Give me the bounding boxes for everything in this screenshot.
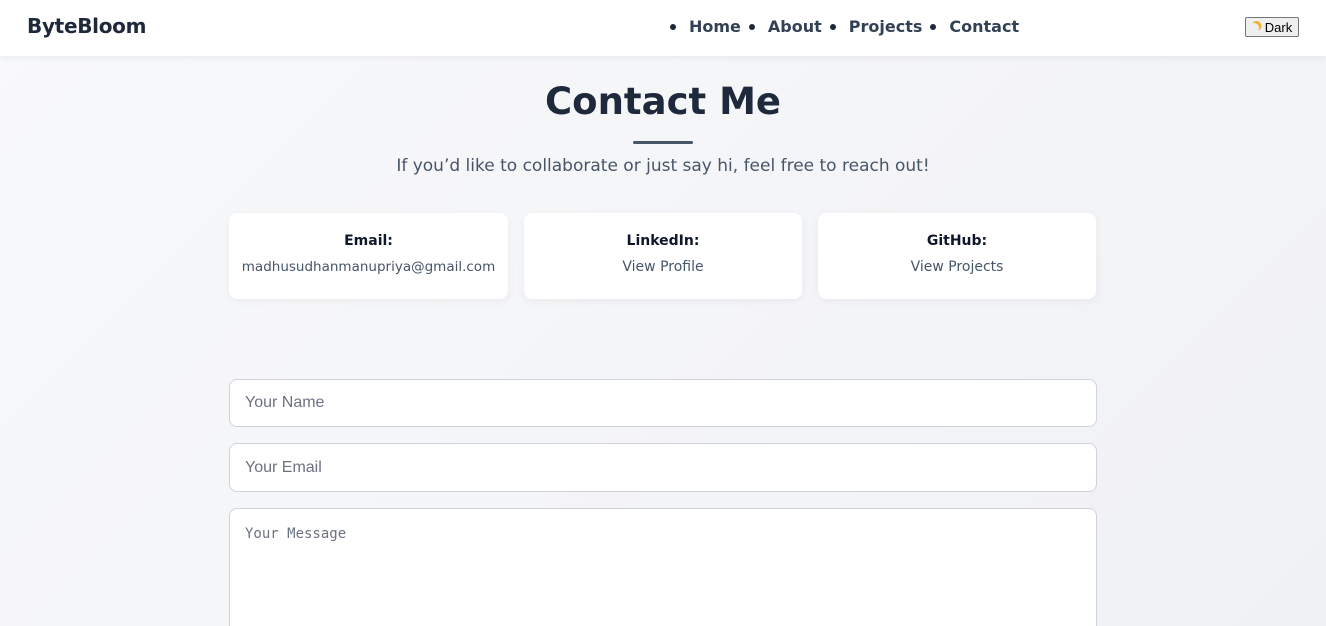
bullet-icon: [930, 23, 937, 30]
bullet-icon: [670, 23, 676, 30]
nav-link-about[interactable]: About: [768, 17, 822, 36]
card-label: GitHub:: [926, 233, 988, 249]
nav-item-about: About: [748, 17, 830, 36]
bullet-icon: [829, 23, 836, 30]
linkedin-link[interactable]: View Profile: [524, 259, 802, 275]
github-link[interactable]: View Projects: [818, 259, 1096, 275]
contact-card-email: Email: madhusudhanmanupriya@gmail.com: [229, 213, 508, 299]
contact-card-github: GitHub: View Projects: [818, 213, 1096, 299]
theme-toggle-button[interactable]: Dark: [1245, 17, 1299, 37]
email-address: madhusudhanmanupriya@gmail.com: [241, 259, 496, 275]
nav-link-home[interactable]: Home: [689, 17, 741, 36]
contact-card-linkedin: LinkedIn: View Profile: [524, 213, 802, 299]
page-title: Contact Me: [545, 80, 781, 123]
card-label: LinkedIn:: [626, 233, 700, 249]
contact-cards: Email: madhusudhanmanupriya@gmail.com Li…: [229, 213, 1096, 299]
nav-link-contact[interactable]: Contact: [949, 17, 1019, 36]
navbar: ByteBloom Home About Projects Contact Da…: [0, 0, 1326, 56]
nav-item-projects: Projects: [829, 17, 931, 36]
bullet-icon: [748, 23, 755, 30]
card-label: Email:: [344, 233, 393, 249]
nav-links: Home About Projects Contact: [670, 17, 1027, 36]
theme-toggle-label: Dark: [1264, 19, 1293, 35]
page-subtitle: If you’d like to collaborate or just say…: [396, 156, 930, 176]
email-input[interactable]: [229, 443, 1097, 492]
message-textarea[interactable]: [229, 508, 1097, 626]
title-underline: [633, 141, 693, 144]
nav-item-home: Home: [670, 17, 749, 36]
nav-link-projects[interactable]: Projects: [849, 17, 923, 36]
brand-logo[interactable]: ByteBloom: [27, 14, 146, 38]
moon-icon: [1247, 22, 1260, 35]
name-input[interactable]: [229, 379, 1097, 427]
nav-item-contact: Contact: [930, 17, 1027, 36]
